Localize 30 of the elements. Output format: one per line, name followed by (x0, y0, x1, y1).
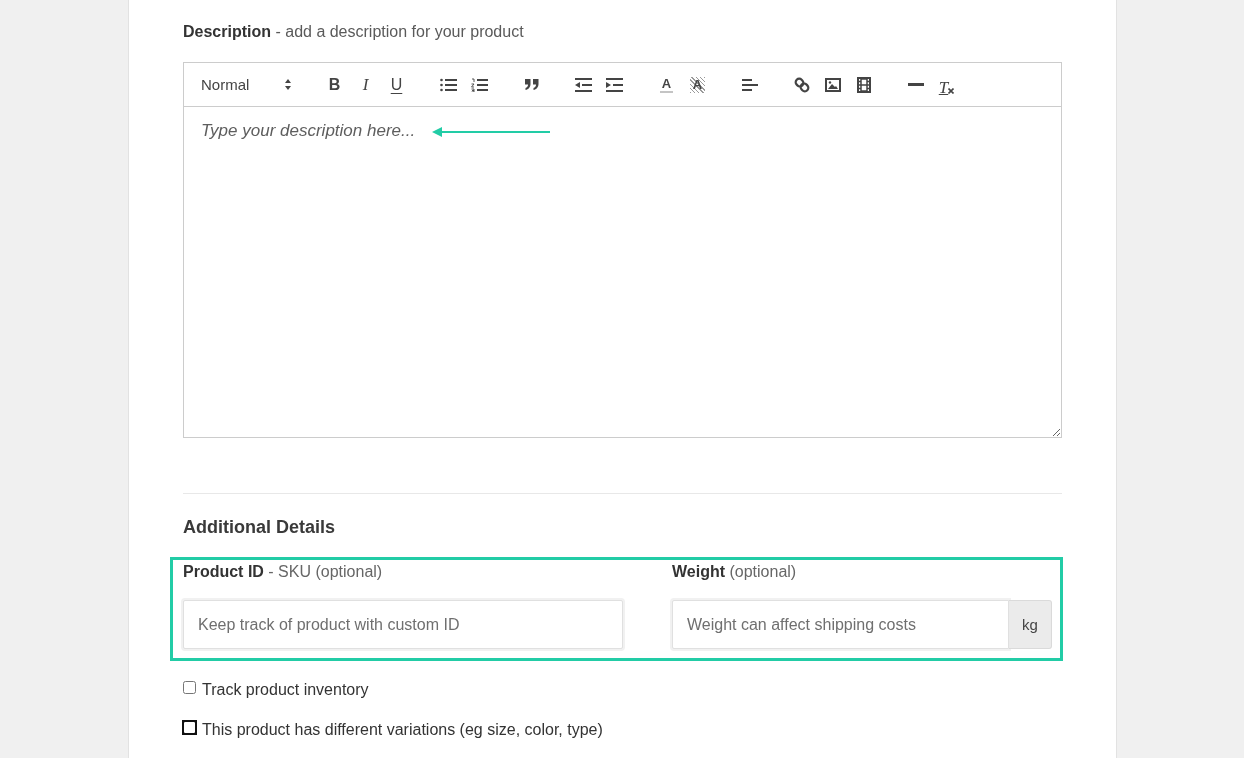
align-left-icon (741, 78, 758, 91)
film-icon (856, 76, 871, 93)
bold-button[interactable]: B (322, 72, 347, 97)
numbered-list-icon (471, 77, 488, 92)
format-select[interactable]: Normal (201, 72, 301, 97)
field-label: Product ID - SKU (optional) (183, 562, 384, 582)
description-field[interactable]: Type your description here... (183, 107, 1062, 438)
quote-icon (524, 79, 539, 90)
outdent-icon (575, 77, 592, 92)
checkbox[interactable] (183, 680, 196, 694)
cross-icon (948, 87, 955, 94)
checkbox-label: This product has different variations (eg size, color, type) (202, 720, 603, 740)
clear-format-button[interactable]: T (934, 72, 959, 97)
input-field[interactable]: Weight can affect shipping costs (672, 600, 1009, 649)
checkbox-label: Track product inventory (202, 680, 369, 700)
italic-button[interactable]: I (353, 72, 378, 97)
image-icon (824, 77, 841, 92)
input-field[interactable]: Keep track of product with custom ID (183, 600, 623, 649)
link-icon (793, 76, 810, 93)
indent-icon (606, 77, 623, 92)
field-label: Weight (optional) (672, 562, 798, 582)
text-color-button[interactable]: A (654, 72, 679, 97)
checkbox[interactable] (183, 720, 196, 734)
description-label: Description - add a description for your product (183, 22, 525, 42)
underline-button[interactable]: U (384, 72, 409, 97)
background-color-button[interactable]: A (685, 72, 710, 97)
unit-addon: kg (1009, 600, 1052, 649)
sort-arrows-icon (285, 79, 291, 90)
bullet-list-icon (440, 77, 457, 92)
section-heading: Additional Details (183, 516, 336, 538)
